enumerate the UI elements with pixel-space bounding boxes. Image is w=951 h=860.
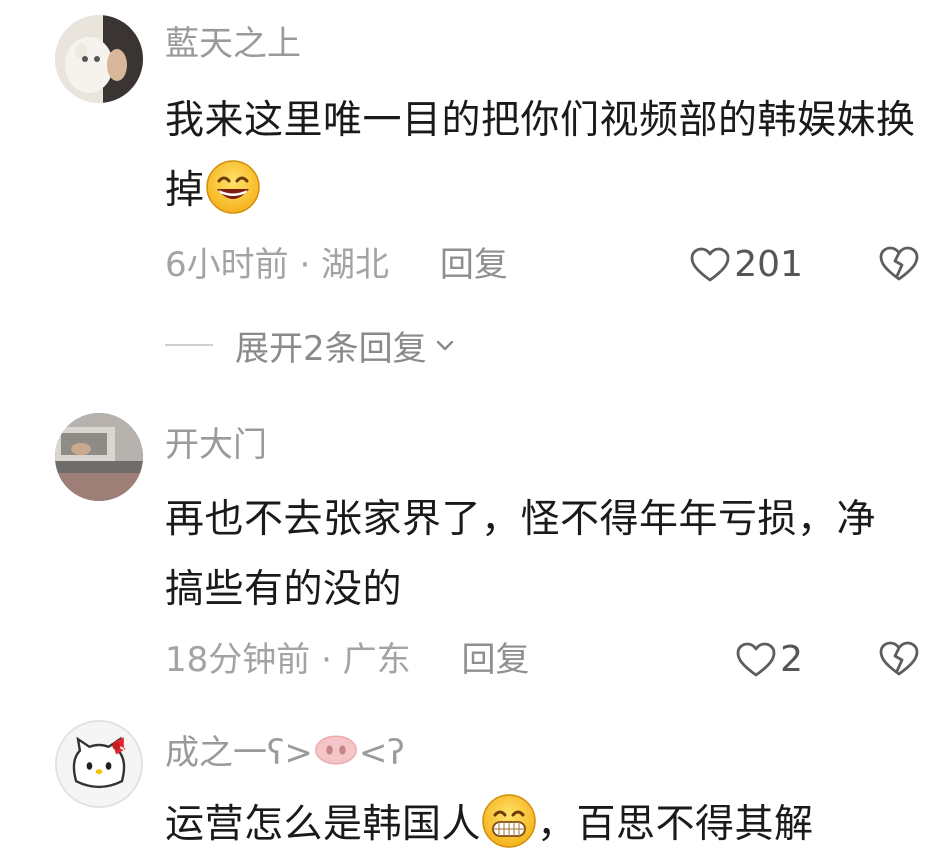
avatar-cat-photo — [55, 15, 143, 103]
username-suffix: <ʔ — [358, 733, 405, 773]
like-button[interactable]: 201 — [690, 240, 803, 290]
username[interactable]: 开大门 — [165, 425, 267, 465]
dislike-button[interactable] — [879, 641, 919, 677]
comment-text-part1: 运营怎么是韩国人 — [165, 802, 482, 847]
comment-text: 我来这里唯一目的把你们视频部的韩娱妹换掉 — [165, 86, 935, 226]
username-prefix: 成之一ʕ> — [165, 733, 313, 773]
heart-icon — [736, 642, 776, 677]
expand-replies-button[interactable]: 展开2条回复 — [165, 320, 457, 370]
chevron-down-icon — [436, 340, 453, 351]
avatar-car-photo — [55, 413, 143, 501]
pig-nose-icon — [313, 733, 359, 776]
avatar[interactable] — [55, 15, 143, 103]
reply-button[interactable]: 回复 — [462, 635, 530, 685]
avatar[interactable] — [55, 720, 143, 808]
like-count: 2 — [780, 639, 803, 680]
avatar[interactable] — [55, 413, 143, 501]
comment-meta: 18分钟前 · 广东 回复 2 — [165, 635, 921, 685]
comment-text: 运营怎么是韩国人 ，百思不得其解 — [165, 790, 951, 860]
username[interactable]: 藍天之上 — [165, 24, 301, 64]
avatar-hello-kitty — [57, 722, 141, 806]
broken-heart-icon — [879, 641, 919, 676]
grimace-emoji — [481, 793, 537, 849]
time-location: 18分钟前 · 广东 — [165, 640, 411, 680]
divider — [165, 344, 213, 346]
heart-icon — [690, 247, 730, 282]
expand-replies-label: 展开2条回复 — [235, 328, 427, 369]
time-location: 6小时前 · 湖北 — [165, 245, 390, 285]
like-button[interactable]: 2 — [736, 635, 803, 685]
broken-heart-icon — [879, 246, 919, 281]
username[interactable]: 成之一ʕ> <ʔ — [165, 733, 405, 776]
comment-text: 再也不去张家界了，怪不得年年亏损，净搞些有的没的 — [165, 497, 877, 612]
comment-text-body: 我来这里唯一目的把你们视频部的韩娱妹换掉 — [165, 98, 916, 213]
reply-button[interactable]: 回复 — [440, 240, 508, 290]
comment-text-part2: ，百思不得其解 — [537, 802, 814, 847]
grin-emoji — [205, 159, 261, 215]
like-count: 201 — [734, 244, 803, 285]
dislike-button[interactable] — [879, 246, 919, 282]
comment-meta: 6小时前 · 湖北 回复 201 — [165, 240, 921, 290]
